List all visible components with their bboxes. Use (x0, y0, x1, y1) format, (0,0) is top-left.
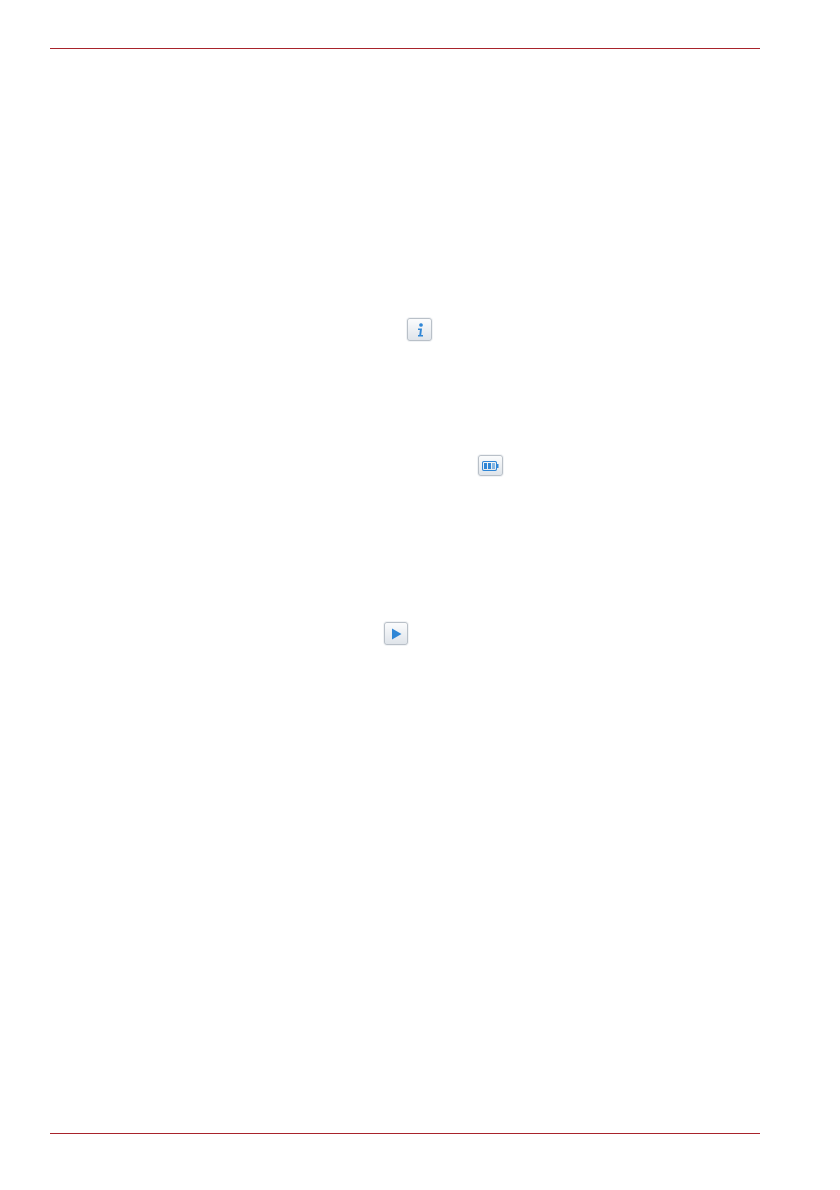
header-rule (50, 48, 760, 49)
play-icon (392, 628, 402, 639)
battery-icon (482, 460, 499, 471)
play-button[interactable] (384, 622, 408, 645)
footer-rule (50, 1133, 760, 1134)
battery-button[interactable] (478, 455, 503, 476)
info-button[interactable] (407, 318, 432, 341)
info-icon (417, 322, 423, 336)
